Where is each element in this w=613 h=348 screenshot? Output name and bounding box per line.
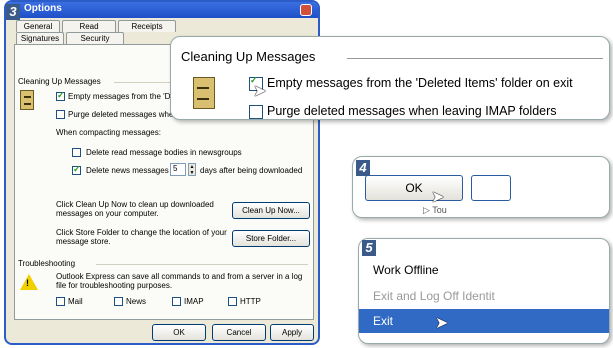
cancel-button[interactable]: Cancel [212, 324, 266, 341]
days-input[interactable]: 5 [170, 163, 186, 176]
title-bar: Options [6, 2, 318, 18]
zoom-file-menu: Work Offline Exit and Log Off Identit Ex… [358, 238, 610, 344]
troubleshooting-heading: Troubleshooting [18, 259, 76, 268]
ok-button[interactable]: OK [152, 324, 206, 341]
zoom-purge-checkbox[interactable] [249, 105, 263, 119]
delete-read-label: Delete read message bodies in newsgroups [86, 148, 242, 157]
cleanup-heading: Cleaning Up Messages [18, 77, 101, 86]
divider [96, 264, 308, 265]
days-stepper[interactable]: ▲ ▼ [188, 163, 196, 176]
store-folder-button[interactable]: Store Folder... [232, 230, 310, 247]
delete-news-label: Delete news messages [86, 166, 169, 175]
tab-signatures[interactable]: Signatures [16, 32, 64, 44]
http-checkbox[interactable] [228, 297, 237, 306]
zoom-purge-label: Purge deleted messages when leaving IMAP… [267, 104, 557, 118]
delete-news-checkbox[interactable] [72, 164, 81, 175]
empty-deleted-checkbox[interactable] [56, 90, 65, 101]
pointer-cursor-icon: ➤ [253, 83, 267, 100]
step-badge-3: 3 [6, 4, 20, 20]
tab-general[interactable]: General [16, 20, 60, 32]
imap-checkbox[interactable] [172, 297, 181, 306]
cleanup-now-button[interactable]: Clean Up Now... [232, 202, 310, 219]
imap-label: IMAP [184, 297, 204, 306]
menu-exit-logoff[interactable]: Exit and Log Off Identit [373, 289, 495, 303]
pointer-cursor-icon: ➤ [431, 189, 445, 206]
zoom-cleanup: Cleaning Up Messages Empty messages from… [170, 36, 610, 120]
zoom-ok: OK ▷ Tou ➤ [352, 156, 610, 218]
zoom-empty-label: Empty messages from the 'Deleted Items' … [267, 76, 573, 90]
mail-label: Mail [68, 297, 83, 306]
tab-security[interactable]: Security [66, 32, 124, 44]
tab-read[interactable]: Read [62, 20, 116, 32]
apply-button[interactable]: Apply [270, 324, 314, 341]
menu-work-offline[interactable]: Work Offline [373, 263, 439, 277]
mail-checkbox[interactable] [56, 297, 65, 306]
zoom-ok-button[interactable]: OK [365, 175, 463, 201]
tab-receipts[interactable]: Receipts [118, 20, 176, 32]
http-label: HTTP [240, 297, 261, 306]
cabinet-icon [193, 77, 215, 109]
news-label: News [126, 297, 147, 306]
store-text: Click Store Folder to change the locatio… [56, 228, 227, 246]
menu-exit[interactable]: Exit [373, 314, 393, 328]
dialog-title: Options [24, 3, 62, 14]
compacting-label: When compacting messages: [56, 128, 161, 137]
days-after-label: days after being downloaded [200, 166, 303, 175]
step-badge-4: 4 [356, 160, 370, 176]
cabinet-icon [20, 90, 34, 110]
troubleshoot-text: Outlook Express can save all commands to… [56, 272, 303, 290]
zoom-heading: Cleaning Up Messages [181, 49, 316, 64]
cleanup-text: Click Clean Up Now to clean up downloade… [56, 200, 214, 218]
pointer-cursor-icon: ➤ [435, 315, 449, 332]
close-icon[interactable] [300, 4, 312, 16]
menu-exit-highlight [359, 309, 609, 333]
news-checkbox[interactable] [114, 297, 123, 306]
warning-icon [20, 274, 38, 290]
delete-read-checkbox[interactable] [72, 148, 81, 157]
step-badge-5: 5 [362, 240, 376, 256]
purge-checkbox[interactable] [56, 110, 65, 119]
